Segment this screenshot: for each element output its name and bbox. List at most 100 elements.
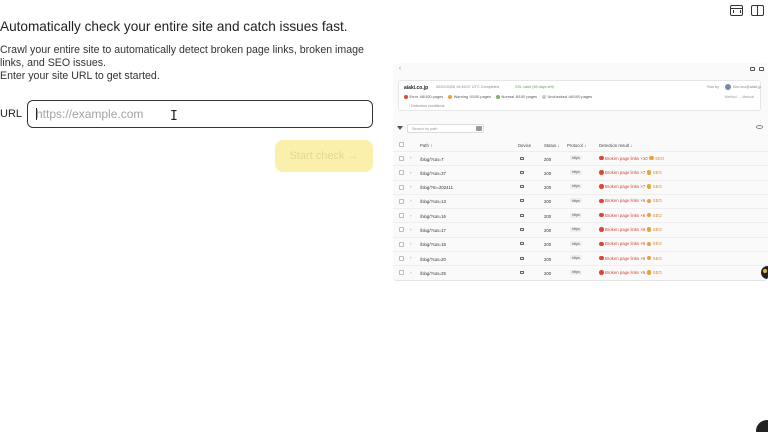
row-path: /blog/?cat=13 [420, 199, 446, 205]
chevron-right-icon[interactable]: › [410, 255, 412, 260]
column-path[interactable]: Path ↑ [420, 143, 432, 148]
detection-result: Broken page links ×6 SEO [599, 213, 662, 218]
error-icon [599, 227, 604, 232]
broken-links-text: Broken page links ×6 [605, 269, 646, 275]
table-row[interactable]: › /blog/?cat=7 200 https Broken page links ×… [393, 152, 768, 167]
warning-icon [646, 170, 652, 175]
seo-tag: SEO [652, 212, 662, 218]
protocol-badge: https [570, 169, 582, 175]
error-icon [599, 155, 604, 161]
top-toolbar [730, 5, 764, 16]
desktop-icon [520, 185, 524, 189]
desktop-icon [520, 256, 524, 260]
calendar-icon[interactable] [730, 5, 743, 16]
filter-icon[interactable] [397, 126, 403, 130]
chevron-right-icon[interactable]: › [410, 184, 412, 189]
table-header: Path ↑ Device Status ↓ Protocol ↓ Detect… [393, 138, 768, 152]
chat-launcher-button[interactable] [756, 420, 768, 432]
chevron-left-icon[interactable]: ‹ [399, 66, 401, 72]
chevron-right-icon[interactable]: › [410, 241, 412, 246]
preview-window-controls [750, 67, 764, 71]
chevron-right-icon[interactable]: › [410, 155, 412, 160]
calendar-icon[interactable] [750, 67, 755, 71]
broken-links-text: Broken page links ×7 [605, 184, 646, 190]
crawl-method: Method → Manual [724, 95, 754, 99]
row-checkbox[interactable] [399, 270, 404, 276]
path-search-input[interactable]: Search by path [407, 124, 484, 133]
row-path: /blog/?cat=16 [420, 213, 446, 219]
error-icon [599, 255, 604, 261]
protocol-badge: https [570, 255, 582, 261]
desktop-icon [520, 170, 524, 174]
start-check-button[interactable]: Start check → [275, 140, 373, 172]
row-status: 200 [544, 199, 552, 205]
table-row[interactable]: › /blog/?cat=17 200 https Broken page links … [393, 223, 768, 238]
text-caret [36, 108, 37, 120]
table-row[interactable]: › /blog/?m=202411 200 https Broken page link… [393, 181, 768, 195]
seo-tag: SEO [652, 184, 662, 190]
detection-conditions-label: Detection conditions [411, 104, 445, 108]
sidebar-toggle-icon[interactable] [751, 5, 764, 16]
table-row[interactable]: › /blog/?cat=13 200 https Broken page links … [393, 195, 768, 210]
row-checkbox[interactable] [399, 227, 404, 233]
ibeam-cursor-icon: I [170, 109, 178, 124]
chevron-right-icon[interactable]: › [410, 170, 412, 175]
error-icon [599, 198, 604, 204]
status-dot-icon [541, 94, 546, 99]
row-checkbox[interactable] [399, 156, 404, 161]
run-by-label: Run by [707, 85, 720, 89]
column-protocol[interactable]: Protocol ↓ [567, 143, 586, 148]
search-icon[interactable] [476, 126, 482, 131]
row-checkbox[interactable] [399, 170, 404, 176]
protocol-badge: https [570, 155, 582, 161]
desktop-icon [520, 156, 524, 160]
row-path: /blog/?cat=17 [420, 227, 446, 233]
broken-links-text: Broken page links ×6 [605, 226, 646, 232]
warning-icon [646, 198, 652, 204]
table-row[interactable]: › /blog/?cat=20 200 https Broken page links … [393, 252, 768, 267]
stat-label: Unchecked [547, 94, 567, 99]
broken-links-text: Broken page links ×6 [605, 212, 646, 218]
stat-value: 8/100 pages [515, 94, 537, 99]
table-row[interactable]: › /blog/?cat=37 200 https Broken page links … [393, 166, 768, 181]
table-row[interactable]: › /blog/?cat=16 200 https Broken page links … [393, 209, 768, 224]
seo-tag: SEO [652, 169, 662, 175]
desktop-icon [520, 242, 524, 246]
eye-icon[interactable] [756, 125, 763, 129]
row-checkbox[interactable] [399, 256, 404, 262]
row-checkbox[interactable] [399, 213, 404, 219]
row-checkbox[interactable] [399, 184, 404, 190]
row-status: 200 [544, 156, 552, 162]
status-dot-icon [404, 94, 408, 99]
chevron-right-icon[interactable]: › [410, 227, 412, 232]
warning-icon [646, 212, 652, 218]
chevron-right-icon[interactable]: › [410, 270, 412, 275]
row-path: /blog/?cat=18 [420, 242, 446, 248]
chevron-right-icon[interactable]: › [410, 213, 412, 218]
protocol-badge: https [570, 226, 582, 232]
url-input[interactable] [27, 100, 373, 128]
column-status[interactable]: Status ↓ [544, 143, 560, 148]
select-all-checkbox[interactable] [399, 142, 404, 147]
table-row[interactable]: › /blog/?cat=25 200 https Broken page links … [393, 266, 768, 280]
warning-icon [646, 227, 652, 232]
stat-label: Error [409, 94, 419, 99]
seo-tag: SEO [652, 269, 662, 275]
error-icon [599, 241, 604, 247]
results-preview: ‹ aiaki.co.jp 20/02/2026 19:46:07 UTC Co… [393, 63, 768, 281]
row-path: /blog/?cat=25 [420, 270, 446, 276]
url-label: URL [0, 108, 23, 120]
row-checkbox[interactable] [399, 198, 404, 204]
chevron-right-icon[interactable]: › [410, 198, 412, 203]
column-device: Device [518, 142, 532, 148]
row-status: 200 [544, 256, 552, 262]
table-row[interactable]: › /blog/?cat=18 200 https Broken page links … [393, 238, 768, 253]
panel-icon[interactable] [759, 67, 764, 71]
seo-tag: SEO [652, 241, 662, 247]
scroll-indicator[interactable] [761, 266, 768, 279]
detection-result: Broken page links ×6 SEO [599, 198, 662, 203]
detection-conditions-toggle[interactable]: › Detection conditions [409, 104, 444, 108]
row-checkbox[interactable] [399, 241, 404, 247]
column-detection-result[interactable]: Detection result ↓ [599, 143, 632, 148]
row-path: /blog/?cat=7 [420, 156, 444, 162]
